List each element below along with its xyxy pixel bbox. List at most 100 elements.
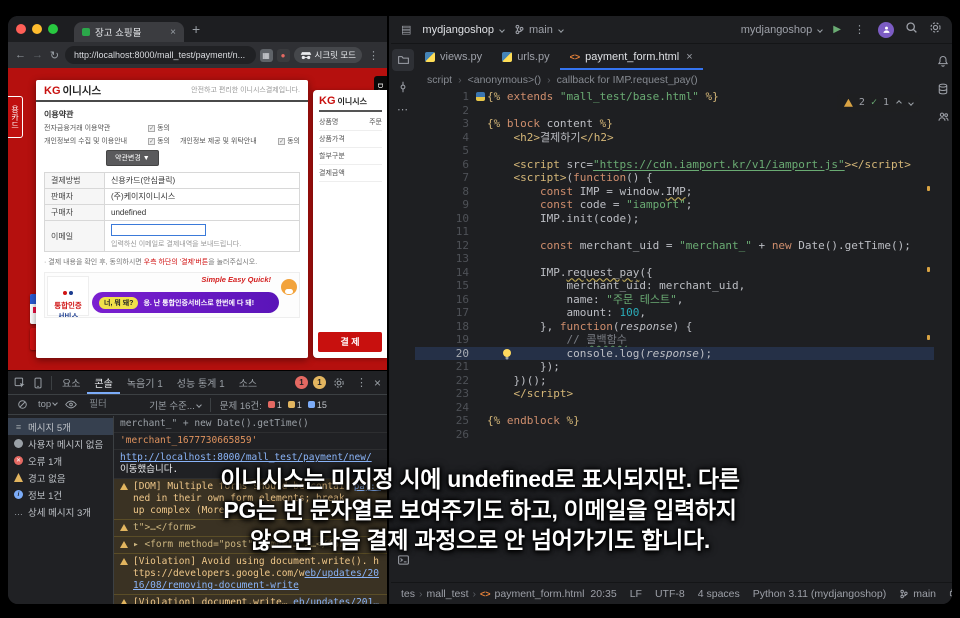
file-encoding[interactable]: UTF-8 [655,588,685,600]
more-actions-icon[interactable]: ⋮ [852,23,867,36]
database-tool-icon[interactable] [935,78,951,100]
line-number[interactable]: 12 [415,239,475,253]
agree-checkbox[interactable]: ✓ 동의 [148,123,170,133]
line-number[interactable]: 13 [415,252,475,266]
settings-gear-icon[interactable] [929,21,942,39]
device-toolbar-icon[interactable] [30,375,46,391]
vcs-branch-widget[interactable]: main [514,24,564,36]
issue-chip[interactable]: 1 [287,400,302,410]
project-widget[interactable]: mydjangoshop [422,24,505,36]
breadcrumb-item[interactable]: <anonymous>() [468,74,542,86]
intention-bulb-icon[interactable] [503,348,511,357]
line-number[interactable]: 8 [415,185,475,199]
editor-tab[interactable]: <> payment_form.html × [560,44,703,70]
error-count-badge[interactable]: 1 [294,376,308,389]
line-number[interactable]: 21 [415,360,475,374]
scrollbar-warning-mark[interactable] [927,335,930,340]
minimize-window-button[interactable] [32,24,42,34]
pay-button[interactable]: 결 제 [318,332,382,352]
devtools-close-icon[interactable]: × [374,376,381,390]
issue-count-badge[interactable]: 1 [312,376,326,389]
line-number[interactable]: 4 [415,131,475,145]
devtools-tab[interactable]: 녹음기 1 [120,371,170,394]
code-line[interactable] [475,252,934,266]
line-number[interactable]: 14 [415,266,475,280]
line-number[interactable]: 26 [415,428,475,442]
breadcrumb-item[interactable]: script [427,74,452,86]
issue-chip[interactable]: 1 [267,400,282,410]
main-menu-icon[interactable]: ▤ [401,23,412,36]
code-line[interactable]: }); [475,360,934,374]
template-gutter-icon[interactable] [476,92,485,101]
editor-tab[interactable]: urls.py [492,44,559,70]
close-window-button[interactable] [16,24,26,34]
browser-tab[interactable]: 장고 쇼핑몰 × [74,22,184,42]
clear-console-icon[interactable] [14,397,30,413]
more-tools-icon[interactable]: ⋯ [391,103,415,116]
devtools-tab[interactable]: 콘솔 [87,371,119,394]
scrollbar-warning-mark[interactable] [927,267,930,272]
agree-checkbox[interactable]: ✓ 동의 [278,136,300,146]
terms-change-button[interactable]: 약관변경 ▼ [106,150,159,166]
next-problem-icon[interactable] [908,99,914,106]
close-tab-icon[interactable]: × [170,27,176,38]
code-line[interactable]: <script src="https://cdn.iamport.kr/v1/i… [475,158,934,172]
status-path[interactable]: tes › mall_test › <> payment_form.html [401,588,584,600]
code-line[interactable]: amount: 100, [475,306,934,320]
reload-icon[interactable]: ↻ [48,49,61,62]
devtools-menu-icon[interactable]: ⋮ [354,376,369,389]
line-number[interactable]: 22 [415,374,475,388]
new-tab-button[interactable]: + [192,21,200,37]
inspections-widget[interactable]: 2 ✓ 1 [836,94,920,112]
line-number[interactable]: 20 [415,346,475,360]
avatar[interactable] [878,21,894,38]
line-number[interactable]: 11 [415,225,475,239]
line-number[interactable]: 5 [415,144,475,158]
breadcrumb-item[interactable]: callback for IMP.request_pay() [557,74,698,86]
eye-icon[interactable] [63,397,79,413]
search-everywhere-icon[interactable] [905,21,918,39]
inspect-element-icon[interactable] [12,375,28,391]
lock-icon[interactable] [949,587,952,600]
commit-tool-icon[interactable] [392,76,414,98]
code-line[interactable] [475,144,934,158]
caret-position[interactable]: 20:35 [590,588,616,600]
code-line[interactable]: const merchant_uid = "merchant_" + new D… [475,239,934,253]
console-sidebar-item[interactable]: ≡ 메시지 5개 [8,418,113,435]
code-line[interactable] [475,428,934,442]
line-number[interactable]: 10 [415,212,475,226]
line-number[interactable]: 7 [415,171,475,185]
code-line[interactable]: <script>(function() { [475,171,934,185]
line-number[interactable]: 17 [415,306,475,320]
code-line[interactable]: }, function(response) { [475,320,934,334]
email-input[interactable] [111,224,206,236]
collaboration-users-icon[interactable] [935,106,951,128]
line-number[interactable]: 18 [415,320,475,334]
line-number[interactable]: 1 [415,90,475,104]
zoom-window-button[interactable] [48,24,58,34]
code-area[interactable]: {% extends "mall_test/base.html" %} {% b… [475,90,934,441]
issue-chip[interactable]: 15 [307,400,327,410]
close-tab-icon[interactable]: × [686,51,692,63]
code-line[interactable]: // 콜백함수 [475,333,934,347]
code-line[interactable]: IMP.init(code); [475,212,934,226]
indent-style[interactable]: 4 spaces [698,588,740,600]
extension-icon[interactable]: ● [276,48,290,62]
issues-label[interactable]: 문제 16건: [220,398,262,412]
code-line[interactable]: const code = "iamport"; [475,198,934,212]
code-line[interactable]: {% block content %} [475,117,934,131]
code-line[interactable]: name: "주문 테스트", [475,293,934,307]
console-link[interactable]: eb/updates/201… [293,597,379,604]
scrollbar-warning-mark[interactable] [927,186,930,191]
line-number[interactable]: 25 [415,414,475,428]
notifications-bell-icon[interactable] [935,50,951,72]
forward-icon[interactable]: → [31,49,44,61]
code-line[interactable]: console.log(response); [475,346,934,360]
run-button[interactable]: ▶ [833,24,841,35]
run-config-widget[interactable]: mydjangoshop [741,24,824,36]
line-number[interactable]: 15 [415,279,475,293]
line-number[interactable]: 2 [415,104,475,118]
editor-tab[interactable]: views.py [415,44,492,70]
line-number[interactable]: 16 [415,293,475,307]
code-line[interactable]: const IMP = window.IMP; [475,185,934,199]
